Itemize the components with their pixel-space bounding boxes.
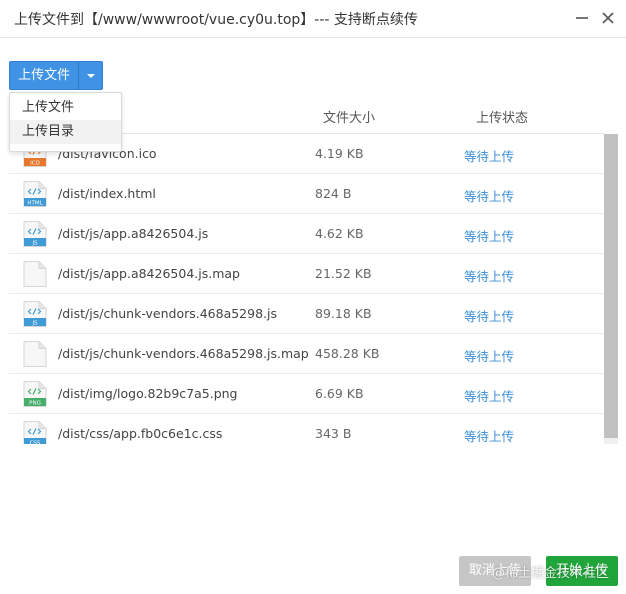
file-name: /dist/js/app.a8426504.js bbox=[58, 226, 209, 241]
file-name: /dist/js/app.a8426504.js.map bbox=[58, 266, 240, 281]
upload-status[interactable]: 等待上传 bbox=[464, 266, 514, 285]
minimize-icon[interactable] bbox=[574, 10, 590, 26]
menu-item-upload-file[interactable]: 上传文件 bbox=[10, 96, 121, 120]
upload-split-button: 上传文件 bbox=[9, 61, 103, 90]
column-header-status: 上传状态 bbox=[476, 111, 529, 126]
js-file-icon: JS bbox=[23, 301, 47, 327]
upload-status[interactable]: 等待上传 bbox=[464, 186, 514, 205]
file-size: 343 B bbox=[315, 426, 352, 441]
file-size: 6.69 KB bbox=[315, 386, 364, 401]
caret-down-icon bbox=[86, 73, 95, 78]
file-name: /dist/js/chunk-vendors.468a5298.js.map bbox=[58, 346, 309, 361]
file-row: /dist/js/app.a8426504.js.map 21.52 KB 等待上传 bbox=[9, 254, 604, 294]
file-size: 4.62 KB bbox=[315, 226, 364, 241]
file-row: CSS/dist/css/app.fb0c6e1c.css 343 B 等待上传 bbox=[9, 414, 604, 444]
file-row: JS/dist/js/app.a8426504.js 4.62 KB 等待上传 bbox=[9, 214, 604, 254]
file-size: 89.18 KB bbox=[315, 306, 372, 321]
svg-text:CSS: CSS bbox=[30, 441, 41, 445]
upload-status[interactable]: 等待上传 bbox=[464, 226, 514, 245]
css-file-icon: CSS bbox=[23, 421, 47, 444]
generic-file-icon bbox=[23, 341, 47, 367]
file-list: ICO/dist/favicon.ico 4.19 KB 等待上传 HTML/dist… bbox=[9, 134, 604, 444]
file-row: HTML/dist/index.html 824 B 等待上传 bbox=[9, 174, 604, 214]
upload-dropdown-menu: 上传文件 上传目录 bbox=[9, 92, 122, 152]
upload-status[interactable]: 等待上传 bbox=[464, 146, 514, 165]
generic-file-icon bbox=[23, 261, 47, 287]
file-name: /dist/img/logo.82b9c7a5.png bbox=[58, 386, 238, 401]
upload-file-button[interactable]: 上传文件 bbox=[10, 62, 78, 89]
upload-status[interactable]: 等待上传 bbox=[464, 426, 514, 444]
file-row: JS/dist/js/chunk-vendors.468a5298.js 89.1… bbox=[9, 294, 604, 334]
file-row: /dist/js/chunk-vendors.468a5298.js.map 45… bbox=[9, 334, 604, 374]
upload-status[interactable]: 等待上传 bbox=[464, 346, 514, 365]
svg-text:JS: JS bbox=[31, 321, 38, 327]
title-bar: 上传文件到【/www/wwwroot/vue.cy0u.top】--- 支持断点… bbox=[0, 0, 626, 38]
file-size: 824 B bbox=[315, 186, 352, 201]
upload-dialog: 上传文件到【/www/wwwroot/vue.cy0u.top】--- 支持断点… bbox=[0, 0, 626, 594]
svg-text:ICO: ICO bbox=[30, 161, 40, 167]
scrollbar-thumb[interactable] bbox=[604, 134, 618, 438]
file-row: PNG/dist/img/logo.82b9c7a5.png 6.69 KB 等待上… bbox=[9, 374, 604, 414]
svg-text:PNG: PNG bbox=[29, 401, 41, 407]
dialog-title: 上传文件到【/www/wwwroot/vue.cy0u.top】--- 支持断点… bbox=[14, 12, 418, 28]
menu-item-upload-directory[interactable]: 上传目录 bbox=[10, 120, 121, 144]
cancel-upload-button[interactable]: 取消上传 bbox=[459, 556, 531, 586]
start-upload-button[interactable]: 开始上传 bbox=[546, 556, 618, 586]
upload-dropdown-toggle[interactable] bbox=[78, 62, 102, 89]
file-name: /dist/css/app.fb0c6e1c.css bbox=[58, 426, 223, 441]
js-file-icon: JS bbox=[23, 221, 47, 247]
upload-status[interactable]: 等待上传 bbox=[464, 306, 514, 325]
close-icon[interactable] bbox=[600, 10, 616, 26]
file-name: /dist/js/chunk-vendors.468a5298.js bbox=[58, 306, 278, 321]
column-header-size: 文件大小 bbox=[323, 111, 376, 126]
file-size: 458.28 KB bbox=[315, 346, 380, 361]
svg-text:JS: JS bbox=[31, 241, 38, 247]
file-size: 4.19 KB bbox=[315, 146, 364, 161]
png-file-icon: PNG bbox=[23, 381, 47, 407]
html-file-icon: HTML bbox=[23, 181, 47, 207]
file-size: 21.52 KB bbox=[315, 266, 372, 281]
upload-status[interactable]: 等待上传 bbox=[464, 386, 514, 405]
svg-text:HTML: HTML bbox=[27, 201, 43, 207]
file-name: /dist/index.html bbox=[58, 186, 156, 201]
